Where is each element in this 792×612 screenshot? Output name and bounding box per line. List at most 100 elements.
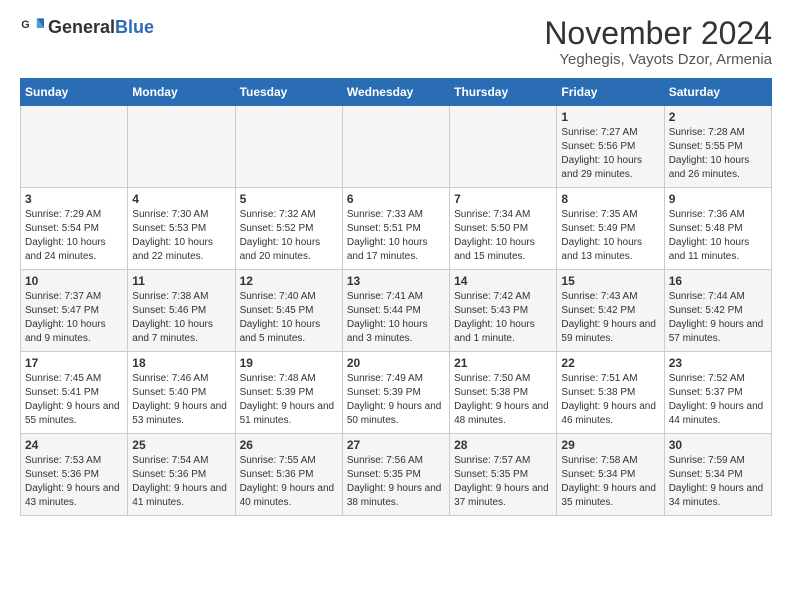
day-info: Sunrise: 7:38 AM Sunset: 5:46 PM Dayligh…	[132, 290, 230, 346]
calendar-cell	[21, 106, 128, 188]
calendar-cell: 9 Sunrise: 7:36 AM Sunset: 5:48 PM Daylig…	[664, 188, 771, 270]
col-monday: Monday	[128, 79, 235, 106]
day-info: Sunrise: 7:48 AM Sunset: 5:39 PM Dayligh…	[240, 372, 338, 428]
day-number: 2	[669, 110, 767, 124]
calendar-cell: 15Sunrise: 7:43 AM Sunset: 5:42 PM Dayli…	[557, 270, 664, 352]
col-tuesday: Tuesday	[235, 79, 342, 106]
day-info: Sunrise: 7:32 AM Sunset: 5:52 PM Dayligh…	[240, 208, 338, 264]
calendar-cell: 26 Sunrise: 7:55 AM Sunset: 5:36 PM Dayli…	[235, 434, 342, 516]
calendar-cell: 21 Sunrise: 7:50 AM Sunset: 5:38 PM Dayli…	[450, 352, 557, 434]
day-info: Sunrise: 7:33 AM Sunset: 5:51 PM Dayligh…	[347, 208, 445, 264]
col-wednesday: Wednesday	[342, 79, 449, 106]
day-info: Sunrise: 7:27 AM Sunset: 5:56 PM Dayligh…	[561, 126, 659, 182]
logo-icon: G	[20, 16, 44, 40]
day-number: 27	[347, 438, 445, 452]
page: G GeneralBlue November 2024 Yeghegis, Va…	[0, 0, 792, 532]
day-info: Sunrise: 7:35 AM Sunset: 5:49 PM Dayligh…	[561, 208, 659, 264]
calendar-week-3: 10 Sunrise: 7:37 AM Sunset: 5:47 PM Dayli…	[21, 270, 772, 352]
svg-text:G: G	[21, 19, 29, 31]
day-info: Sunrise: 7:29 AM Sunset: 5:54 PM Dayligh…	[25, 208, 123, 264]
day-info: Sunrise: 7:57 AM Sunset: 5:35 PM Dayligh…	[454, 454, 552, 510]
calendar-week-1: 1 Sunrise: 7:27 AM Sunset: 5:56 PM Daylig…	[21, 106, 772, 188]
day-info: Sunrise: 7:42 AM Sunset: 5:43 PM Dayligh…	[454, 290, 552, 346]
day-info: Sunrise: 7:36 AM Sunset: 5:48 PM Dayligh…	[669, 208, 767, 264]
day-info: Sunrise: 7:50 AM Sunset: 5:38 PM Dayligh…	[454, 372, 552, 428]
day-info: Sunrise: 7:59 AM Sunset: 5:34 PM Dayligh…	[669, 454, 767, 510]
calendar-cell	[128, 106, 235, 188]
calendar-cell: 11 Sunrise: 7:38 AM Sunset: 5:46 PM Dayli…	[128, 270, 235, 352]
calendar-cell: 28 Sunrise: 7:57 AM Sunset: 5:35 PM Dayli…	[450, 434, 557, 516]
day-info: Sunrise: 7:52 AM Sunset: 5:37 PM Dayligh…	[669, 372, 767, 428]
day-number: 29	[561, 438, 659, 452]
day-info: Sunrise: 7:56 AM Sunset: 5:35 PM Dayligh…	[347, 454, 445, 510]
calendar-cell	[342, 106, 449, 188]
calendar-cell: 30 Sunrise: 7:59 AM Sunset: 5:34 PM Dayli…	[664, 434, 771, 516]
calendar-cell: 3 Sunrise: 7:29 AM Sunset: 5:54 PM Daylig…	[21, 188, 128, 270]
day-info: Sunrise: 7:51 AM Sunset: 5:38 PM Dayligh…	[561, 372, 659, 428]
day-info: Sunrise: 7:54 AM Sunset: 5:36 PM Dayligh…	[132, 454, 230, 510]
day-info: Sunrise: 7:40 AM Sunset: 5:45 PM Dayligh…	[240, 290, 338, 346]
day-number: 5	[240, 192, 338, 206]
day-number: 22	[561, 356, 659, 370]
day-number: 12	[240, 274, 338, 288]
calendar-cell: 8 Sunrise: 7:35 AM Sunset: 5:49 PM Daylig…	[557, 188, 664, 270]
calendar-cell	[450, 106, 557, 188]
day-number: 6	[347, 192, 445, 206]
day-info: Sunrise: 7:30 AM Sunset: 5:53 PM Dayligh…	[132, 208, 230, 264]
day-info: Sunrise: 7:45 AM Sunset: 5:41 PM Dayligh…	[25, 372, 123, 428]
logo-general: GeneralBlue	[48, 18, 154, 38]
day-number: 11	[132, 274, 230, 288]
day-info: Sunrise: 7:41 AM Sunset: 5:44 PM Dayligh…	[347, 290, 445, 346]
header: G GeneralBlue November 2024 Yeghegis, Va…	[20, 16, 772, 68]
logo-text: GeneralBlue	[48, 18, 154, 38]
day-number: 16	[669, 274, 767, 288]
calendar-week-2: 3 Sunrise: 7:29 AM Sunset: 5:54 PM Daylig…	[21, 188, 772, 270]
day-info: Sunrise: 7:58 AM Sunset: 5:34 PM Dayligh…	[561, 454, 659, 510]
calendar-cell: 19 Sunrise: 7:48 AM Sunset: 5:39 PM Dayli…	[235, 352, 342, 434]
calendar-cell: 14Sunrise: 7:42 AM Sunset: 5:43 PM Dayli…	[450, 270, 557, 352]
col-friday: Friday	[557, 79, 664, 106]
calendar-cell: 23 Sunrise: 7:52 AM Sunset: 5:37 PM Dayli…	[664, 352, 771, 434]
day-number: 28	[454, 438, 552, 452]
col-sunday: Sunday	[21, 79, 128, 106]
day-number: 10	[25, 274, 123, 288]
day-number: 8	[561, 192, 659, 206]
day-number: 13	[347, 274, 445, 288]
day-number: 9	[669, 192, 767, 206]
calendar-week-4: 17Sunrise: 7:45 AM Sunset: 5:41 PM Dayli…	[21, 352, 772, 434]
calendar-cell: 7 Sunrise: 7:34 AM Sunset: 5:50 PM Daylig…	[450, 188, 557, 270]
location-subtitle: Yeghegis, Vayots Dzor, Armenia	[544, 51, 772, 68]
day-number: 7	[454, 192, 552, 206]
day-number: 26	[240, 438, 338, 452]
col-thursday: Thursday	[450, 79, 557, 106]
day-number: 30	[669, 438, 767, 452]
header-row: Sunday Monday Tuesday Wednesday Thursday…	[21, 79, 772, 106]
calendar-cell: 13 Sunrise: 7:41 AM Sunset: 5:44 PM Dayli…	[342, 270, 449, 352]
day-info: Sunrise: 7:44 AM Sunset: 5:42 PM Dayligh…	[669, 290, 767, 346]
calendar-cell: 29 Sunrise: 7:58 AM Sunset: 5:34 PM Dayli…	[557, 434, 664, 516]
day-info: Sunrise: 7:49 AM Sunset: 5:39 PM Dayligh…	[347, 372, 445, 428]
day-info: Sunrise: 7:37 AM Sunset: 5:47 PM Dayligh…	[25, 290, 123, 346]
calendar-cell: 5 Sunrise: 7:32 AM Sunset: 5:52 PM Daylig…	[235, 188, 342, 270]
day-info: Sunrise: 7:43 AM Sunset: 5:42 PM Dayligh…	[561, 290, 659, 346]
calendar-cell: 24 Sunrise: 7:53 AM Sunset: 5:36 PM Dayli…	[21, 434, 128, 516]
calendar-cell: 22 Sunrise: 7:51 AM Sunset: 5:38 PM Dayli…	[557, 352, 664, 434]
calendar-cell: 12 Sunrise: 7:40 AM Sunset: 5:45 PM Dayli…	[235, 270, 342, 352]
day-info: Sunrise: 7:55 AM Sunset: 5:36 PM Dayligh…	[240, 454, 338, 510]
day-number: 21	[454, 356, 552, 370]
day-number: 24	[25, 438, 123, 452]
calendar-cell: 18Sunrise: 7:46 AM Sunset: 5:40 PM Dayli…	[128, 352, 235, 434]
calendar-cell: 27 Sunrise: 7:56 AM Sunset: 5:35 PM Dayli…	[342, 434, 449, 516]
day-number: 1	[561, 110, 659, 124]
day-number: 19	[240, 356, 338, 370]
calendar-cell: 10 Sunrise: 7:37 AM Sunset: 5:47 PM Dayli…	[21, 270, 128, 352]
day-info: Sunrise: 7:34 AM Sunset: 5:50 PM Dayligh…	[454, 208, 552, 264]
day-number: 23	[669, 356, 767, 370]
calendar-cell: 4Sunrise: 7:30 AM Sunset: 5:53 PM Daylig…	[128, 188, 235, 270]
day-number: 18	[132, 356, 230, 370]
day-number: 3	[25, 192, 123, 206]
calendar-week-5: 24 Sunrise: 7:53 AM Sunset: 5:36 PM Dayli…	[21, 434, 772, 516]
day-info: Sunrise: 7:53 AM Sunset: 5:36 PM Dayligh…	[25, 454, 123, 510]
day-number: 20	[347, 356, 445, 370]
calendar-cell	[235, 106, 342, 188]
